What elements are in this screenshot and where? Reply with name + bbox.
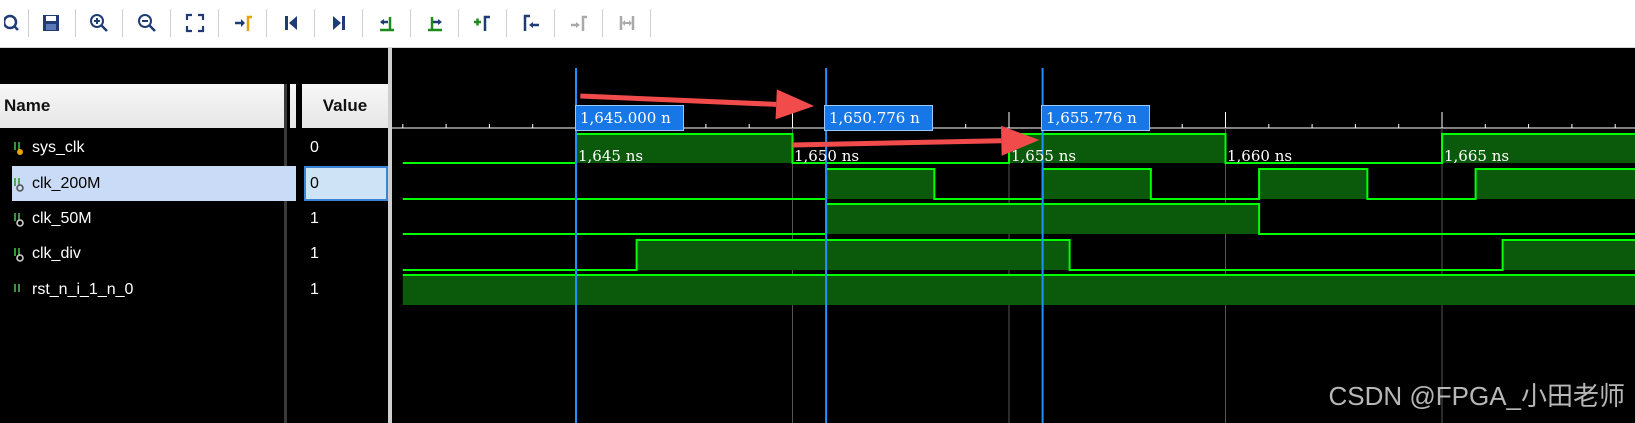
signal-value: 1 [310, 244, 319, 262]
watermark: CSDN @FPGA_小田老师 [1328, 381, 1625, 411]
signal-list-panel: Name Value sys_clk 0 clk_200M 0 clk_50M … [0, 48, 392, 423]
time-tick-label: 1,655 ns [1011, 147, 1077, 165]
wave-high-segment-clk_200M [1475, 169, 1635, 199]
go-to-cursor-icon[interactable] [228, 10, 258, 36]
signal-icon [14, 283, 20, 292]
go-to-end-icon[interactable] [324, 10, 354, 36]
zoom-fit-icon[interactable] [180, 10, 210, 36]
wave-high-segment-clk_div [1502, 240, 1635, 270]
add-marker-icon[interactable] [468, 10, 498, 36]
signal-row-clk_200M[interactable]: clk_200M 0 [0, 166, 388, 201]
signal-name[interactable]: sys_clk [12, 130, 296, 165]
annotation-arrow-1-head [775, 89, 815, 120]
signal-icon [14, 212, 24, 227]
time-tick-label: 1,645 ns [578, 147, 644, 165]
clock-signal-icon [14, 141, 23, 155]
zoom-out-icon[interactable] [132, 10, 162, 36]
signal-row-clk_div[interactable]: clk_div 1 [0, 236, 388, 271]
waveform-clk_200M [402, 168, 1635, 200]
time-tick-label: 1,660 ns [1227, 147, 1293, 165]
previous-transition-icon[interactable] [372, 10, 402, 36]
previous-marker-icon[interactable] [516, 10, 546, 36]
signal-row-sys_clk[interactable]: sys_clk 0 [0, 130, 388, 165]
signal-icon [14, 177, 24, 192]
signal-row-rst_n_i_1_n_0[interactable]: rst_n_i_1_n_0 1 [0, 272, 388, 307]
value-column-header[interactable]: Value [302, 84, 388, 128]
time-tick-label: 1,665 ns [1444, 147, 1510, 165]
signal-value: 1 [310, 209, 319, 227]
waveform-viewer[interactable]: 1,645.000 n 1,650.776 n 1,655.776 n 1,64… [392, 48, 1635, 423]
wave-high-segment-clk_200M [826, 169, 935, 199]
swap-cursor-icon[interactable] [612, 10, 642, 36]
name-column-header[interactable]: Name [0, 84, 296, 128]
signal-name[interactable]: clk_div [12, 236, 296, 271]
annotation-arrow-1-shaft [580, 93, 777, 107]
signal-row-clk_50M[interactable]: clk_50M 1 [0, 201, 388, 236]
zoom-in-icon[interactable] [84, 10, 114, 36]
signal-value: 0 [310, 138, 319, 156]
save-icon[interactable] [36, 10, 66, 36]
wave-high-segment-rst_n_i_1_n_0 [402, 275, 1635, 305]
signal-name[interactable]: clk_200M [12, 166, 296, 201]
marker-label-3[interactable]: 1,655.776 n [1041, 105, 1150, 131]
toolbar [0, 0, 1635, 48]
go-to-start-icon[interactable] [276, 10, 306, 36]
signal-name[interactable]: rst_n_i_1_n_0 [12, 272, 296, 307]
marker-label-1[interactable]: 1,645.000 n [575, 105, 684, 131]
signal-value: 1 [310, 280, 319, 298]
wave-high-segment-clk_200M [1259, 169, 1368, 199]
marker-label-2[interactable]: 1,650.776 n [824, 105, 933, 131]
annotation-arrow-2-shaft [792, 138, 1002, 148]
next-marker-icon[interactable] [564, 10, 594, 36]
wave-high-segment-clk_200M [1042, 169, 1151, 199]
signal-icon [14, 247, 24, 262]
signal-name[interactable]: clk_50M [12, 201, 296, 236]
wave-high-segment-clk_div [636, 240, 1070, 270]
time-tick-label: 1,650 ns [794, 147, 860, 165]
signal-value[interactable]: 0 [304, 166, 388, 201]
search-icon[interactable] [0, 10, 30, 36]
next-transition-icon[interactable] [420, 10, 450, 36]
